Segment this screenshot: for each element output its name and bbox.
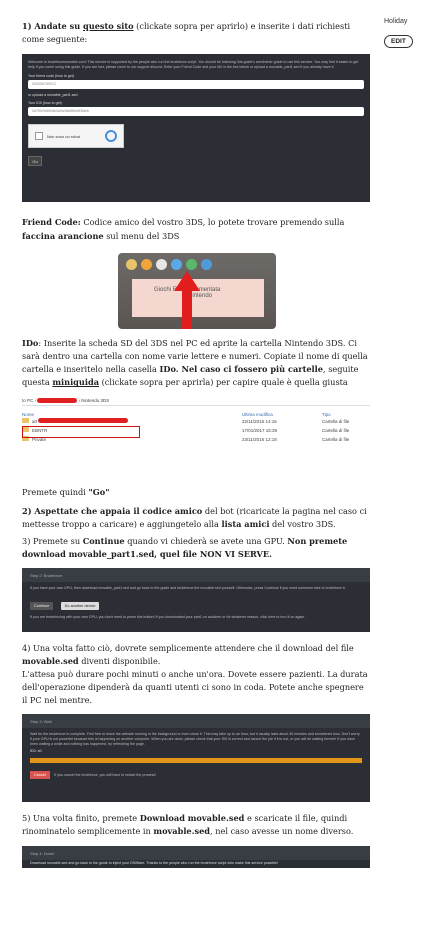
wait-desc: Wait for the bruteforce to complete. Fee… xyxy=(30,731,360,746)
step1-text: 1) Andate su questo sito (clickate sopra… xyxy=(22,21,351,45)
notes-icon xyxy=(126,258,137,270)
another-device-button[interactable]: Do another device xyxy=(60,601,100,610)
miiverse-icon xyxy=(186,258,197,270)
friend-code-field[interactable]: 025456789012 xyxy=(28,80,364,90)
captcha-widget[interactable]: Non sono un robot xyxy=(28,124,124,149)
go-button[interactable]: Go xyxy=(28,156,42,167)
id0-display: ID0: a0 xyxy=(30,748,42,753)
explorer-header: Nome Ultima modifica Tipo xyxy=(22,411,331,417)
explorer-row[interactable]: a0 22/11/2016 14:16 Cartella di file xyxy=(22,417,370,426)
recaptcha-icon xyxy=(105,130,117,143)
highlight-box xyxy=(22,425,140,438)
folder-icon xyxy=(22,418,29,424)
article: 1) Andate su questo sito (clickate sopra… xyxy=(22,20,370,869)
questo-sito-link[interactable]: questo sito xyxy=(83,21,134,31)
form-intro: Welcome to bruteforcemovable.com! This s… xyxy=(28,60,359,70)
step4-bar: Step 4: Done! xyxy=(22,846,370,861)
step5-text: 5) Una volta finito, premete Download mo… xyxy=(22,812,354,836)
friend-code-text: Friend Code: Codice amico del vostro 3DS… xyxy=(22,217,345,241)
id0-label: Your ID0 (how to get) xyxy=(28,101,62,106)
step3-text: 3) Premete su Continue quando vi chieder… xyxy=(22,536,348,560)
step2-bar: Step 2: Bruteforce xyxy=(22,567,370,582)
step3-bar: Step 3: Wait xyxy=(22,713,370,728)
friend-code-label: Your friend code (how to get) xyxy=(28,74,75,79)
continue-screenshot: Step 2: Bruteforce If you have your own … xyxy=(22,567,370,632)
captcha-label: Non sono un robot xyxy=(47,133,80,139)
id0-field[interactable]: 0d7f0e9d6f0db0a0a3db8fbe8f3fdeb xyxy=(28,107,364,117)
3ds-menu-photo: Giochi Realtà AumentataNintendo xyxy=(118,252,276,329)
file-explorer-screenshot: to PC › › Nintendo 3DS Nome Ultima modif… xyxy=(22,396,370,480)
redacted-name xyxy=(38,418,129,424)
explorer-path: to PC › › Nintendo 3DS xyxy=(22,396,370,406)
sidebar-title: Holiday xyxy=(384,18,408,25)
redacted-path xyxy=(37,397,78,403)
browser-icon xyxy=(171,258,182,270)
step2-note: If you are bruteforcing with your own GP… xyxy=(30,614,306,619)
id0-text: IDo: Inserite la scheda SD del 3DS nel P… xyxy=(22,337,368,388)
progress-bar xyxy=(30,757,362,763)
captcha-checkbox[interactable] xyxy=(35,132,43,141)
step2-text: 2) Aspettate che appaia il codice amico … xyxy=(22,505,367,530)
done-screenshot: Step 4: Done! Download movable.sed and g… xyxy=(22,846,370,869)
edit-button[interactable]: EDIT xyxy=(384,35,413,48)
bruteforce-form-screenshot: Welcome to bruteforcemovable.com! This s… xyxy=(22,54,370,203)
miniguida-link[interactable]: miniguida xyxy=(52,377,99,387)
wait-screenshot: Step 3: Wait Wait for the bruteforce to … xyxy=(22,713,370,802)
red-arrow-icon xyxy=(174,270,200,329)
friend-face-icon xyxy=(141,258,152,270)
globe-icon xyxy=(201,258,212,270)
cancel-button[interactable]: Cancel xyxy=(30,770,50,779)
step2-desc: If you have your own GPU, then download … xyxy=(30,585,346,590)
cancel-note: If you cancel the bruteforce, you will h… xyxy=(54,772,156,777)
3ds-top-icons xyxy=(126,258,268,270)
notifications-icon xyxy=(156,258,167,270)
done-desc: Download movable.sed and go back to the … xyxy=(30,861,278,866)
step4-text: 4) Una volta fatto ciò, dovrete semplice… xyxy=(22,642,368,706)
continue-button[interactable]: Continue xyxy=(30,601,54,610)
upload-part1-label: or upload a movable_part1.sed xyxy=(28,93,78,98)
sidebar: Holiday EDIT xyxy=(384,18,422,48)
premete-go-text: Premete quindi "Go" xyxy=(22,486,110,497)
